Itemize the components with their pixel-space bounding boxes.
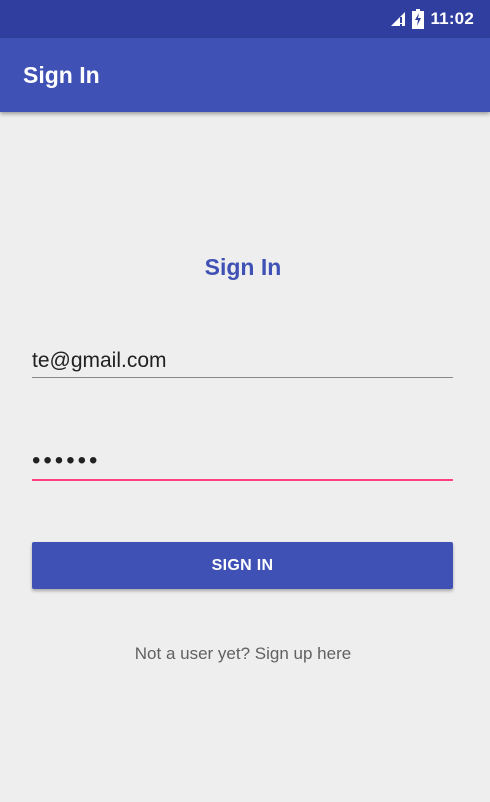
password-field-container bbox=[32, 443, 453, 481]
app-bar-title: Sign In bbox=[23, 62, 100, 88]
password-input[interactable] bbox=[32, 443, 453, 481]
app-bar: Sign In bbox=[0, 38, 490, 112]
battery-charging-icon bbox=[412, 9, 425, 29]
signal-icon bbox=[390, 11, 406, 27]
sign-in-button[interactable]: SIGN IN bbox=[32, 542, 453, 589]
email-field-container bbox=[32, 344, 453, 378]
status-bar-right: 11:02 bbox=[390, 0, 474, 38]
sign-in-screen: 11:02 Sign In Sign In SIGN IN Not a user… bbox=[0, 0, 490, 802]
status-time: 11:02 bbox=[430, 9, 474, 28]
form-heading: Sign In bbox=[204, 254, 282, 280]
status-bar: 11:02 bbox=[0, 0, 490, 38]
email-input[interactable] bbox=[32, 344, 453, 378]
sign-up-link[interactable]: Not a user yet? Sign up here bbox=[0, 644, 486, 664]
